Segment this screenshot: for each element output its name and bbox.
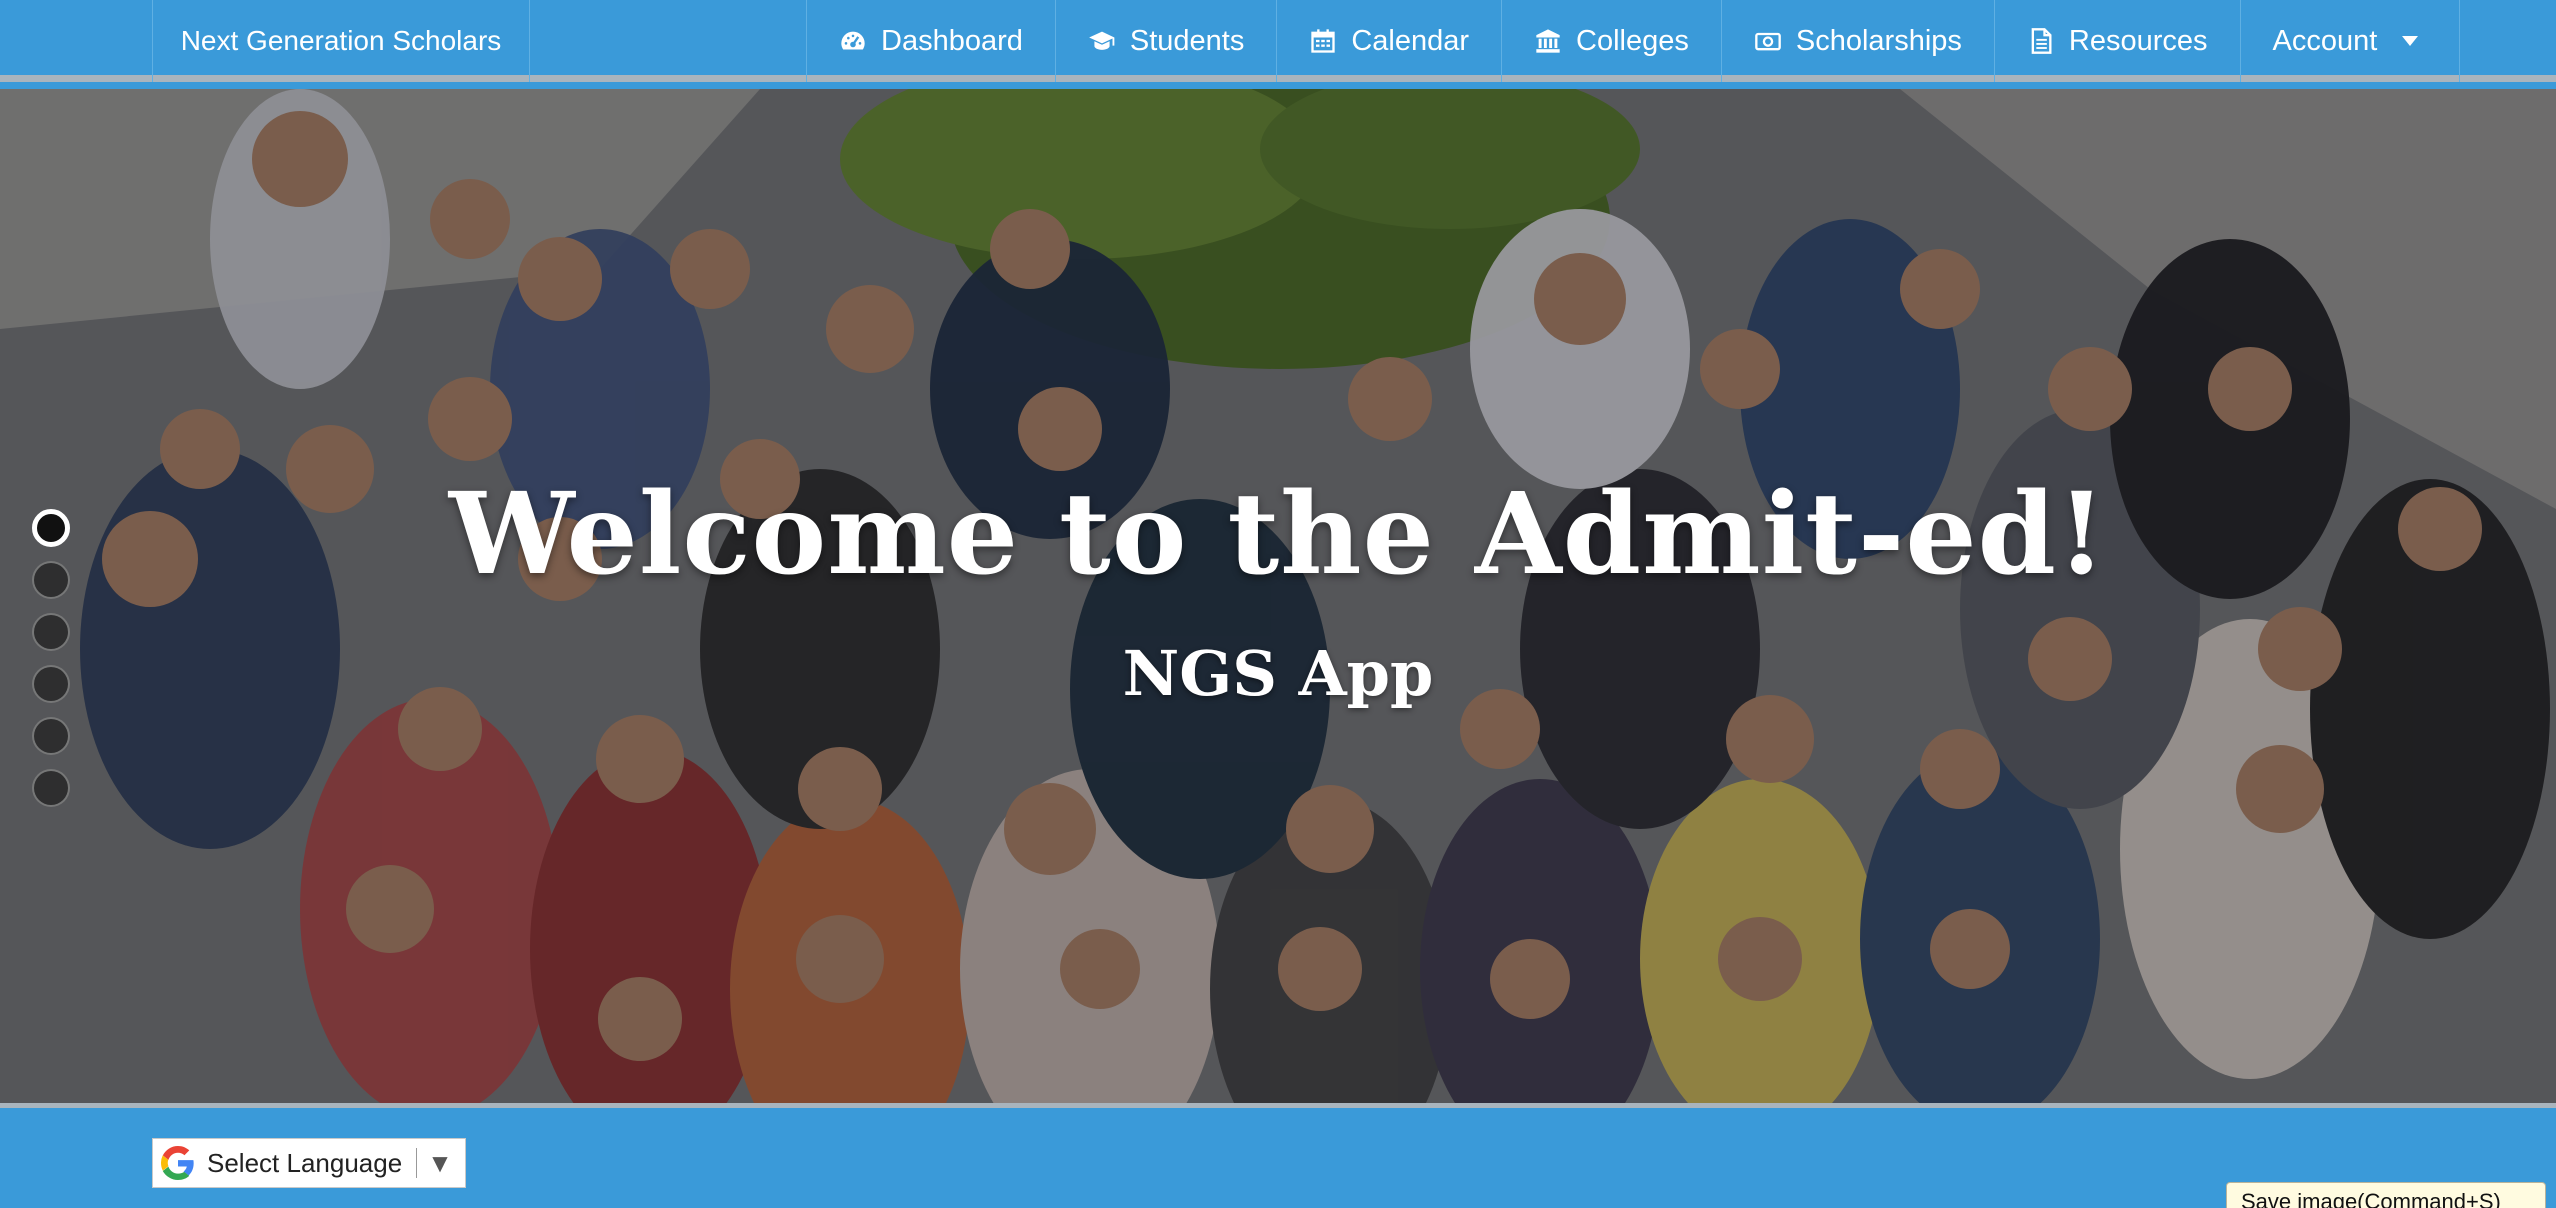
nav-label: Students xyxy=(1129,24,1245,57)
nav-label: Resources xyxy=(2068,24,2208,57)
hero-title: Welcome to the Admit-ed! xyxy=(448,469,2108,600)
slide-dot-5[interactable] xyxy=(32,717,70,755)
dropdown-arrow-icon: ▼ xyxy=(427,1147,453,1178)
slide-dot-6[interactable] xyxy=(32,769,70,807)
slide-dot-1[interactable] xyxy=(32,509,70,547)
nav-scholarships[interactable]: Scholarships xyxy=(1722,0,1995,82)
save-image-tooltip: Save image(Command+S) xyxy=(2226,1182,2546,1208)
nav-dashboard[interactable]: Dashboard xyxy=(807,0,1056,82)
nav-label: Scholarships xyxy=(1795,24,1962,57)
google-g-icon xyxy=(161,1146,194,1180)
money-icon xyxy=(1754,27,1782,55)
top-navbar: Next Generation Scholars Dashboard Stude… xyxy=(0,0,2556,82)
slide-indicators xyxy=(32,509,70,821)
slide-dot-3[interactable] xyxy=(32,613,70,651)
document-icon xyxy=(2027,27,2055,55)
language-select[interactable]: Select Language ▼ xyxy=(152,1138,466,1188)
slide-dot-4[interactable] xyxy=(32,665,70,703)
nav-calendar[interactable]: Calendar xyxy=(1277,0,1503,82)
nav-resources[interactable]: Resources xyxy=(1995,0,2241,82)
main-nav: Dashboard Students Calendar Colleges Sch… xyxy=(806,0,2461,82)
separator xyxy=(416,1148,418,1178)
nav-label: Dashboard xyxy=(881,24,1023,57)
hero-subtitle: NGS App xyxy=(1122,637,1434,710)
nav-label: Calendar xyxy=(1351,24,1470,57)
slide-dot-2[interactable] xyxy=(32,561,70,599)
dashboard-gauge-icon xyxy=(839,27,867,55)
graduation-cap-icon xyxy=(1088,27,1116,55)
nav-students[interactable]: Students xyxy=(1056,0,1278,82)
nav-label: Account xyxy=(2272,24,2378,57)
nav-label: Colleges xyxy=(1576,24,1689,57)
caret-down-icon xyxy=(2401,35,2419,47)
brand-link[interactable]: Next Generation Scholars xyxy=(152,0,530,82)
institution-icon xyxy=(1534,27,1562,55)
nav-account-dropdown[interactable]: Account xyxy=(2241,0,2461,82)
hero-banner: Welcome to the Admit-ed! NGS App xyxy=(0,89,2556,1103)
calendar-icon xyxy=(1309,27,1337,55)
footer-divider xyxy=(0,1103,2556,1108)
language-label: Select Language xyxy=(207,1147,403,1178)
nav-colleges[interactable]: Colleges xyxy=(1502,0,1722,82)
